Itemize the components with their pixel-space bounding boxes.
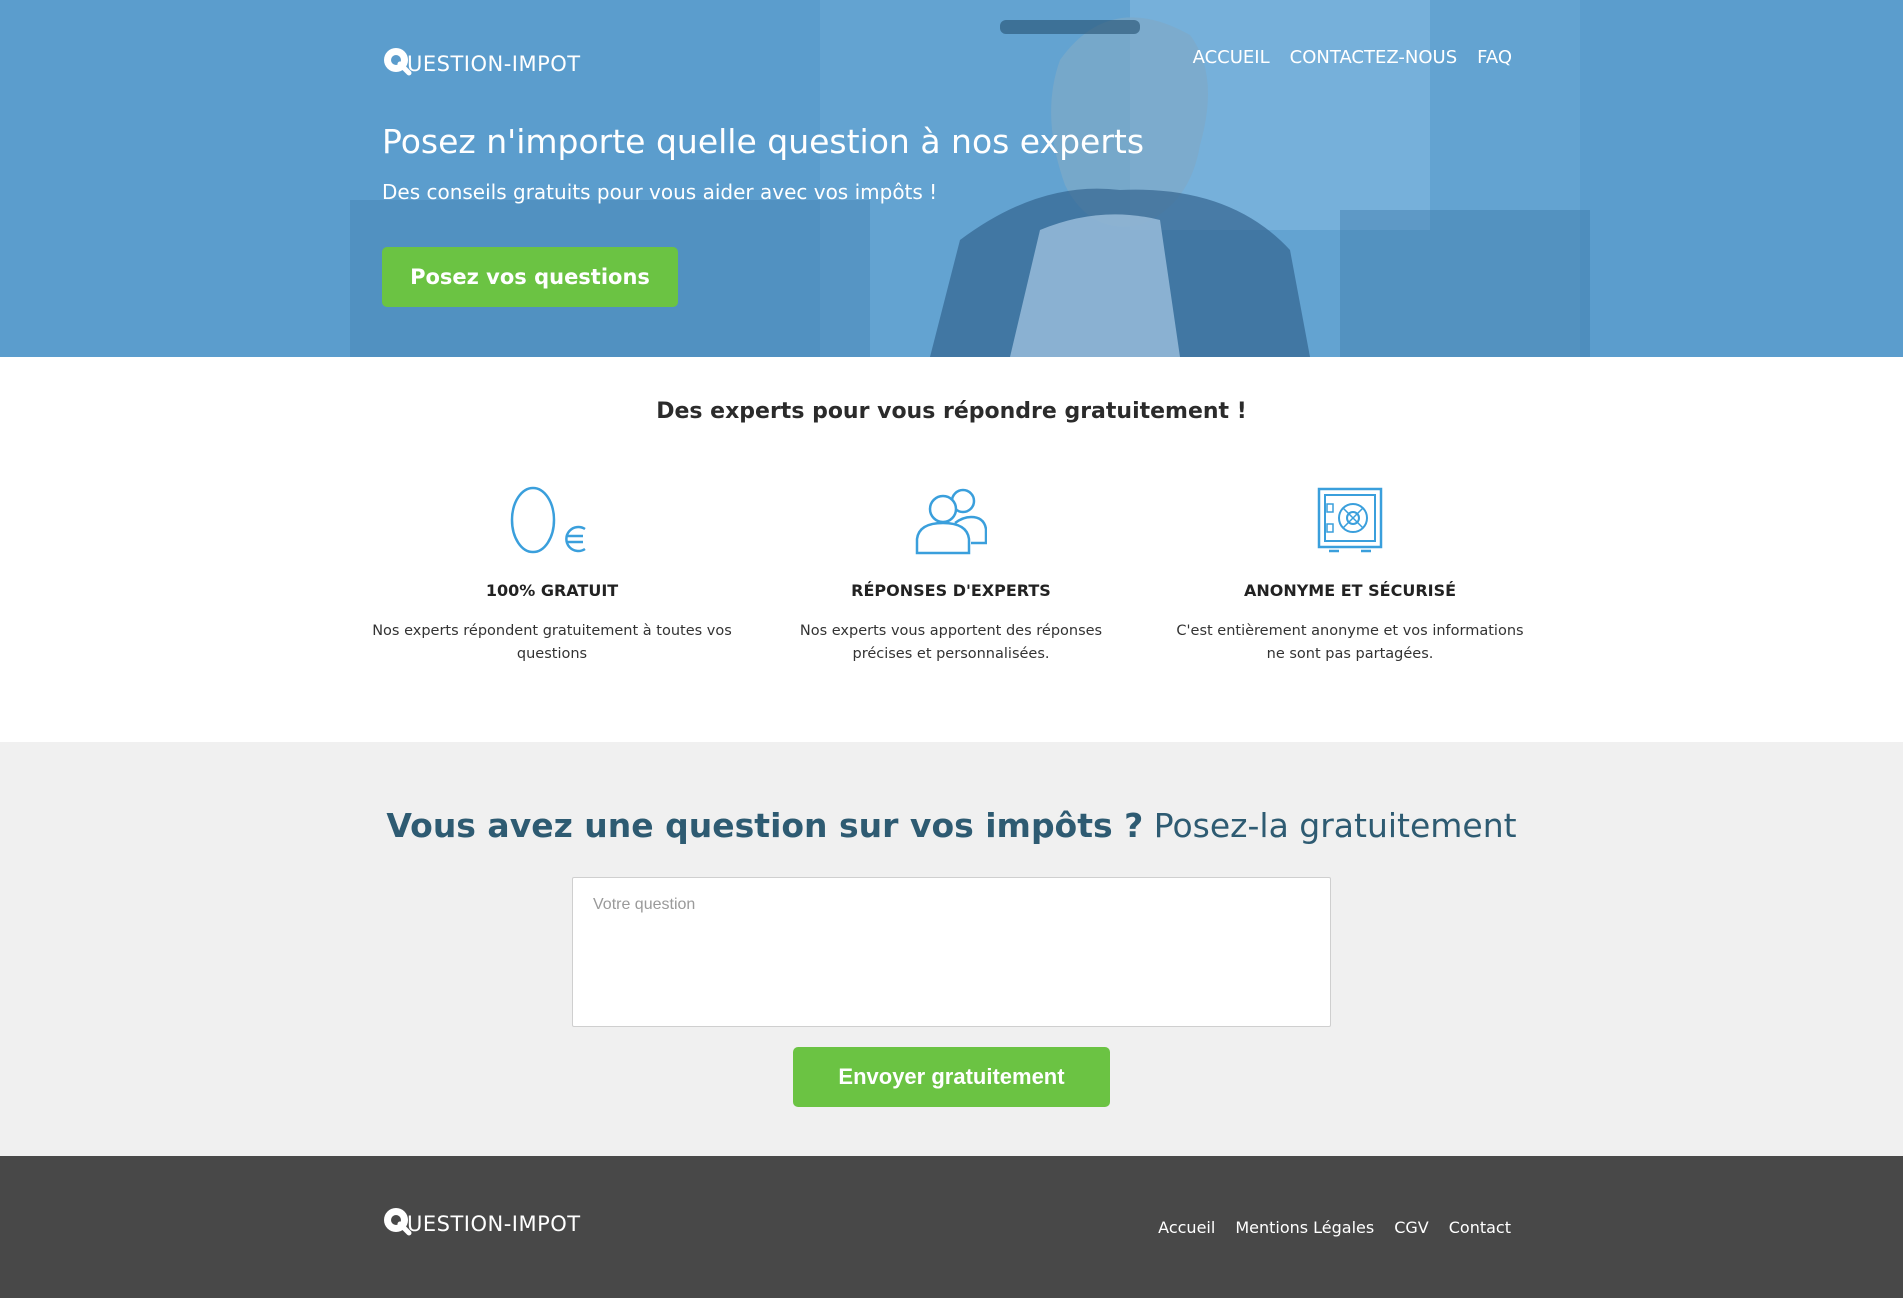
safe-icon <box>1170 485 1530 555</box>
hero-title: Posez n'importe quelle question à nos ex… <box>382 122 1145 161</box>
nav-contactez-nous[interactable]: CONTACTEZ-NOUS <box>1290 47 1457 68</box>
logo-q-icon <box>382 46 412 76</box>
feature-secure-text: C'est entièrement anonyme et vos informa… <box>1176 623 1524 662</box>
site-logo[interactable]: UESTION-IMPOT <box>382 36 581 76</box>
users-icon <box>771 485 1131 555</box>
ask-title-rest: Posez-la gratuitement <box>1143 806 1517 845</box>
feature-secure: ANONYME ET SÉCURISÉ C'est entièrement an… <box>1170 485 1530 666</box>
feature-secure-heading: ANONYME ET SÉCURISÉ <box>1243 581 1457 600</box>
logo-q-icon <box>382 1206 412 1236</box>
footer-link-contact[interactable]: Contact <box>1449 1218 1511 1237</box>
footer-link-accueil[interactable]: Accueil <box>1158 1218 1215 1237</box>
footer-logo-text: UESTION-IMPOT <box>407 1212 581 1236</box>
feature-experts: RÉPONSES D'EXPERTS Nos experts vous appo… <box>771 485 1131 666</box>
footer-link-cgv[interactable]: CGV <box>1394 1218 1429 1237</box>
footer-nav: Accueil Mentions Légales CGV Contact <box>1158 1218 1511 1237</box>
feature-free-text: Nos experts répondent gratuitement à tou… <box>372 623 732 662</box>
hero-section: UESTION-IMPOT ACCUEIL CONTACTEZ-NOUS FAQ… <box>0 0 1903 357</box>
zero-euro-icon <box>372 485 732 555</box>
main-nav: ACCUEIL CONTACTEZ-NOUS FAQ <box>1193 47 1512 68</box>
ask-questions-button[interactable]: Posez vos questions <box>382 247 678 307</box>
ask-title-bold: Vous avez une question sur vos impôts ? <box>386 806 1144 845</box>
feature-experts-text: Nos experts vous apportent des réponses … <box>799 623 1103 662</box>
nav-faq[interactable]: FAQ <box>1477 47 1512 68</box>
ask-title: Vous avez une question sur vos impôts ? … <box>0 806 1903 845</box>
feature-free: 100% GRATUIT Nos experts répondent gratu… <box>372 485 732 666</box>
logo-text: UESTION-IMPOT <box>407 52 581 76</box>
feature-free-heading: 100% GRATUIT <box>485 581 619 600</box>
nav-accueil[interactable]: ACCUEIL <box>1193 47 1270 68</box>
question-input[interactable] <box>572 877 1331 1027</box>
features-section: Des experts pour vous répondre gratuitem… <box>0 357 1903 742</box>
submit-question-button[interactable]: Envoyer gratuitement <box>793 1047 1110 1107</box>
hero-subtitle: Des conseils gratuits pour vous aider av… <box>382 180 938 204</box>
footer-logo[interactable]: UESTION-IMPOT <box>382 1196 581 1236</box>
ask-section: Vous avez une question sur vos impôts ? … <box>0 742 1903 1156</box>
features-title: Des experts pour vous répondre gratuitem… <box>656 399 1247 424</box>
footer: UESTION-IMPOT Accueil Mentions Légales C… <box>0 1156 1903 1298</box>
feature-experts-heading: RÉPONSES D'EXPERTS <box>851 581 1051 600</box>
footer-link-mentions-legales[interactable]: Mentions Légales <box>1235 1218 1374 1237</box>
